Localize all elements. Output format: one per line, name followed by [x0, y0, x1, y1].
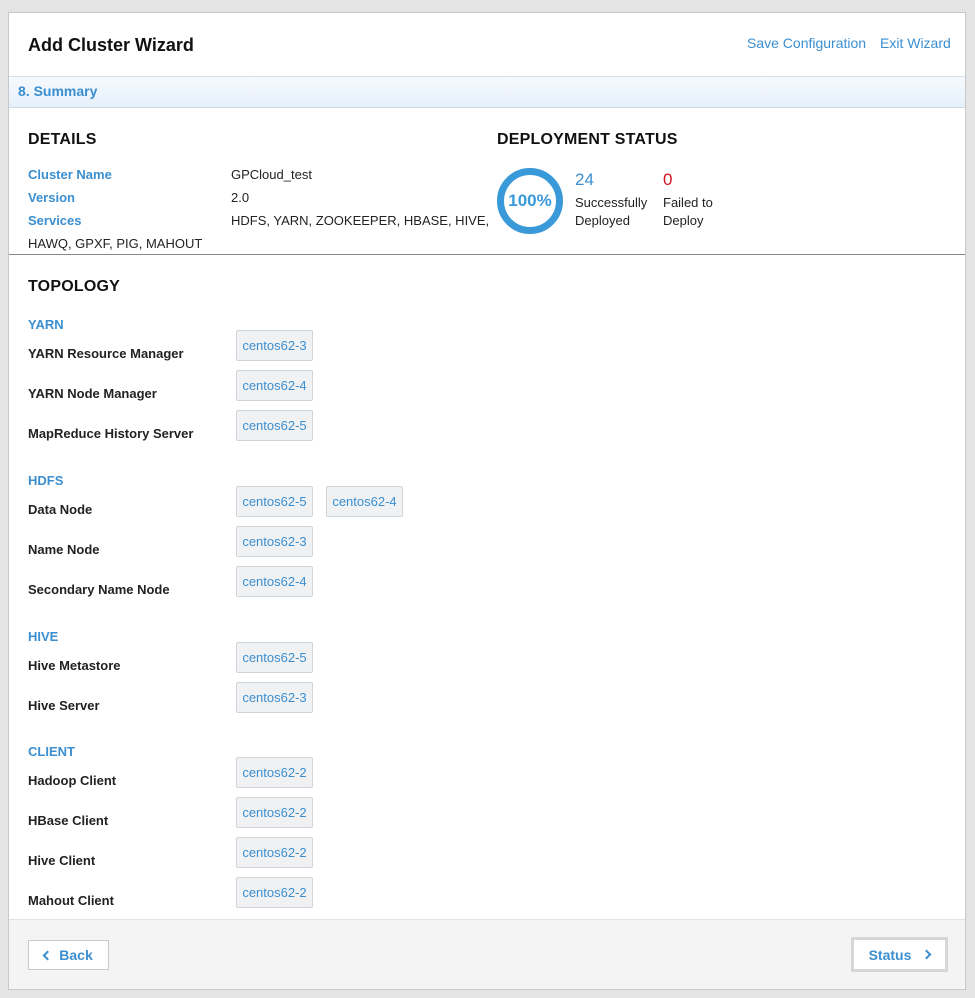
host-chip[interactable]: centos62-2: [236, 797, 313, 828]
success-label-line1: Successfully: [575, 195, 648, 210]
host-chip[interactable]: centos62-5: [236, 410, 313, 441]
host-chip[interactable]: centos62-2: [236, 757, 313, 788]
role-hive-metastore: Hive Metastore: [28, 658, 121, 673]
status-button[interactable]: Status: [851, 937, 948, 972]
failed-count: 0: [663, 170, 673, 189]
progress-ring: 100%: [497, 168, 563, 234]
back-button-label: Back: [59, 947, 93, 963]
services-value-line2: HAWQ, GPXF, PIG, MAHOUT: [28, 236, 203, 251]
wizard-window: Add Cluster Wizard Save Configuration Ex…: [8, 12, 966, 990]
success-count: 24: [575, 170, 594, 189]
back-button[interactable]: Back: [28, 940, 109, 970]
deployment-status-heading: DEPLOYMENT STATUS: [497, 131, 678, 148]
role-secondary-name-node: Secondary Name Node: [28, 582, 170, 597]
status-button-label: Status: [868, 946, 912, 963]
page-title: Add Cluster Wizard: [28, 35, 194, 55]
exit-wizard-link[interactable]: Exit Wizard: [880, 35, 951, 51]
services-value-line1: HDFS, YARN, ZOOKEEPER, HBASE, HIVE,: [231, 213, 490, 228]
details-section: DETAILS Cluster Name GPCloud_test Versio…: [9, 108, 965, 255]
failed-label-line1: Failed to: [663, 195, 713, 210]
step-bar: 8. Summary: [9, 77, 965, 108]
cluster-name-label: Cluster Name: [28, 167, 112, 182]
wizard-footer: Back Status: [9, 919, 965, 989]
host-chip[interactable]: centos62-5: [236, 486, 313, 517]
host-chip[interactable]: centos62-4: [326, 486, 403, 517]
role-data-node: Data Node: [28, 502, 93, 517]
wizard-header: Add Cluster Wizard Save Configuration Ex…: [9, 13, 965, 77]
version-value: 2.0: [231, 190, 250, 205]
host-chip[interactable]: centos62-2: [236, 837, 313, 868]
host-chip[interactable]: centos62-2: [236, 877, 313, 908]
group-yarn: YARN: [28, 317, 64, 332]
group-client: CLIENT: [28, 744, 75, 759]
progress-percent: 100%: [508, 191, 552, 210]
failed-label-line2: Deploy: [663, 213, 704, 228]
role-yarn-resource-manager: YARN Resource Manager: [28, 346, 184, 361]
details-heading: DETAILS: [28, 131, 97, 148]
version-label: Version: [28, 190, 75, 205]
success-label: Successfully Deployed: [575, 194, 647, 230]
role-name-node: Name Node: [28, 542, 100, 557]
host-chip[interactable]: centos62-4: [236, 370, 313, 401]
host-chip[interactable]: centos62-5: [236, 642, 313, 673]
role-hive-client: Hive Client: [28, 853, 96, 868]
topology-section: TOPOLOGY YARN YARN Resource Manager cent…: [9, 255, 965, 918]
topology-heading: TOPOLOGY: [28, 278, 120, 295]
host-chip[interactable]: centos62-4: [236, 566, 313, 597]
host-chip[interactable]: centos62-3: [236, 682, 313, 713]
host-chip[interactable]: centos62-3: [236, 526, 313, 557]
role-mahout-client: Mahout Client: [28, 893, 114, 908]
group-hive: HIVE: [28, 629, 59, 644]
save-configuration-link[interactable]: Save Configuration: [747, 35, 866, 51]
services-label: Services: [28, 213, 82, 228]
cluster-name-value: GPCloud_test: [231, 167, 312, 182]
success-label-line2: Deployed: [575, 213, 630, 228]
role-hbase-client: HBase Client: [28, 813, 109, 828]
chevron-right-icon: [921, 949, 932, 960]
failed-label: Failed to Deploy: [663, 194, 713, 230]
role-hive-server: Hive Server: [28, 698, 100, 713]
group-hdfs: HDFS: [28, 473, 64, 488]
chevron-left-icon: [42, 950, 53, 960]
role-hadoop-client: Hadoop Client: [28, 773, 117, 788]
role-mapreduce-history-server: MapReduce History Server: [28, 426, 194, 441]
host-chip[interactable]: centos62-3: [236, 330, 313, 361]
role-yarn-node-manager: YARN Node Manager: [28, 386, 157, 401]
